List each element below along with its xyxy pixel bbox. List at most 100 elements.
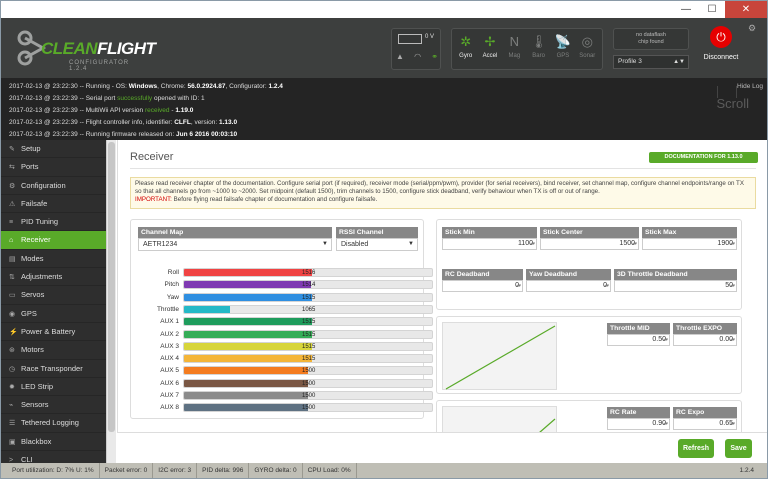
sensor-sonar: ◎ Sonar [576,31,599,67]
servo-icon: ▭ [9,292,16,300]
cleanflight-logo: CLEANFLIGHT CONFIGURATOR 1.2.4 [13,26,156,72]
sidebar-item-gps[interactable]: ◉ GPS [1,305,106,323]
configurator-version: CONFIGURATOR 1.2.4 [69,60,130,72]
rssi-channel-label: RSSI Channel [336,227,418,238]
3d-throttle-deadband-input[interactable]: 50 ▴▾ [614,280,737,292]
disconnect-button[interactable]: ⏻ Disconnect [698,26,744,74]
sidebar-item-motors[interactable]: ⊛ Motors [1,341,106,360]
motor-icon: ⊛ [9,347,15,355]
rc-deadband-input[interactable]: 0 ▴▾ [442,280,523,292]
channel-bar-fill [184,342,312,350]
channel-value: 1514 [302,282,316,289]
throttle-curve-panel: Throttle MID 0.50 ▴▾ Throttle EXPO 0.00 ▴▾ [436,316,742,394]
receiver-help-note: Please read receiver chapter of the docu… [130,177,756,209]
rc-expo-label: RC Expo [673,407,737,418]
sensor-mag-icon: N [509,34,520,49]
sidebar-item-servos[interactable]: ▭ Servos [1,286,106,305]
sidebar-item-pid-tuning[interactable]: ≡ PID Tuning [1,213,106,232]
sidebar-item-blackbox[interactable]: ▣ Blackbox [1,433,106,452]
battery-icon [398,34,422,44]
sensors-icon: ⌁ [9,402,14,410]
sidebar-scrollbar[interactable] [106,140,116,463]
channel-bar-fill [184,330,312,338]
channel-bar-fill [184,355,312,363]
maximize-button[interactable]: ☐ [699,1,725,19]
sidebar-item-failsafe[interactable]: ⚠ Failsafe [1,195,106,214]
wifi-icon: ◠ [414,52,422,61]
minimize-button[interactable]: — [673,1,699,19]
sensor-sonar-icon: ◎ [581,34,593,49]
close-window-button[interactable]: ✕ [725,1,767,19]
stick-max-input[interactable]: 1900 ▴▾ [642,238,737,250]
profile-select[interactable]: Profile 3 ▲▼ [613,55,689,69]
sidebar-item-adjustments[interactable]: ⇅ Adjustments [1,268,106,287]
sidebar-item-modes[interactable]: ▤ Modes [1,250,106,269]
documentation-button[interactable]: DOCUMENTATION FOR 1.13.0 [649,152,758,163]
warning-icon: ▲ [396,52,404,61]
yaw-deadband-label: Yaw Deadband [526,269,611,280]
pid-delta: PID delta: 996 [197,463,250,478]
sidebar-item-tethered-logging[interactable]: ☰ Tethered Logging [1,414,106,433]
throttle-mid-input[interactable]: 0.50 ▴▾ [607,334,670,346]
channel-throttle: Throttle 1065 [135,304,433,314]
sidebar-item-power-battery[interactable]: ⚡ Power & Battery [1,323,106,342]
channel-map-label: Channel Map [138,227,332,238]
receiver-icon: ⌂ [9,237,14,245]
sidebar-item-receiver[interactable]: ⌂ Receiver [1,231,106,250]
sensor-accel: ✢ Accel [478,31,501,67]
yaw-deadband-input[interactable]: 0 ▴▾ [526,280,611,292]
log-line: 2017-02-13 @ 23:22:30 -- Running - OS: W… [9,83,283,90]
sidebar-item-ports[interactable]: ⇆ Ports [1,158,106,177]
rssi-channel-select[interactable]: Disabled ▼ [336,238,418,251]
scroll-toggle[interactable]: Scroll [716,97,749,110]
sidebar-item-led-strip[interactable]: ✹ LED Strip [1,378,106,397]
throttle-expo-input[interactable]: 0.00 ▴▾ [673,334,737,346]
plug-icon: ⏻ [710,26,732,48]
channel-bar: 1515 [183,292,433,302]
channel-yaw: Yaw 1515 [135,292,433,302]
channel-value: 1515 [302,294,316,301]
pid-icon: ≡ [9,219,14,227]
sidebar-item-race-transponder[interactable]: ◷ Race Transponder [1,360,106,378]
channel-bar: 1500 [183,366,433,376]
battery-voltage: 0 V [425,34,435,40]
stick-min-input[interactable]: 1100 ▴▾ [442,238,537,250]
channel-aux-3: AUX 3 1515 [135,341,433,351]
modes-icon: ▤ [9,255,16,263]
i2c-error: I2C error: 3 [153,463,198,478]
channel-map-input[interactable]: AETR1234 ▼ [138,238,332,251]
channel-value: 1500 [302,380,316,387]
channel-bar: 1500 [183,403,433,413]
save-button[interactable]: Save [725,439,752,458]
channel-bar-fill [184,367,308,375]
channel-value: 1500 [302,405,316,412]
channel-roll: Roll 1516 [135,268,433,277]
sensor-mag: N Mag [503,31,526,67]
settings-gear-icon[interactable]: ⚙ [748,23,756,34]
channel-value: 1515 [302,343,316,350]
sidebar-item-sensors[interactable]: ⌁ Sensors [1,396,106,415]
channel-pitch: Pitch 1514 [135,280,433,290]
sidebar-item-setup[interactable]: ✎ Setup [1,140,106,159]
sensor-gps-icon: 📡 [554,34,572,49]
console-log: 2017-02-13 @ 23:22:30 -- Running - OS: W… [1,78,767,140]
channel-value: 1516 [302,270,316,276]
stick-max-label: Stick Max [642,227,737,238]
sensor-accel-icon: ✢ [484,34,496,49]
sidebar-item-configuration[interactable]: ⚙ Configuration [1,177,106,195]
channel-aux-8: AUX 8 1500 [135,403,433,413]
channel-aux-6: AUX 6 1500 [135,378,433,388]
sensor-status: ✲ Gyro ✢ Accel N Mag 🌡 Baro 📡 GPS ◎ Sonar [451,28,603,70]
sidebar-item-cli[interactable]: > CLI [1,451,106,463]
rc-rate-label: RC Rate [607,407,670,418]
channel-bar-fill [184,404,308,412]
hide-log-link[interactable]: Hide Log [737,81,763,93]
stick-center-input[interactable]: 1500 ▴▾ [540,238,639,250]
rc-rate-input[interactable]: 0.90 ▴▾ [607,418,670,430]
refresh-button[interactable]: Refresh [678,439,714,458]
window-controls: — ☐ ✕ [673,1,767,19]
throttle-expo-label: Throttle EXPO [673,323,737,334]
blackbox-icon: ▣ [9,438,16,446]
stick-center-label: Stick Center [540,227,639,238]
rc-expo-input[interactable]: 0.65 ▴▾ [673,418,737,430]
